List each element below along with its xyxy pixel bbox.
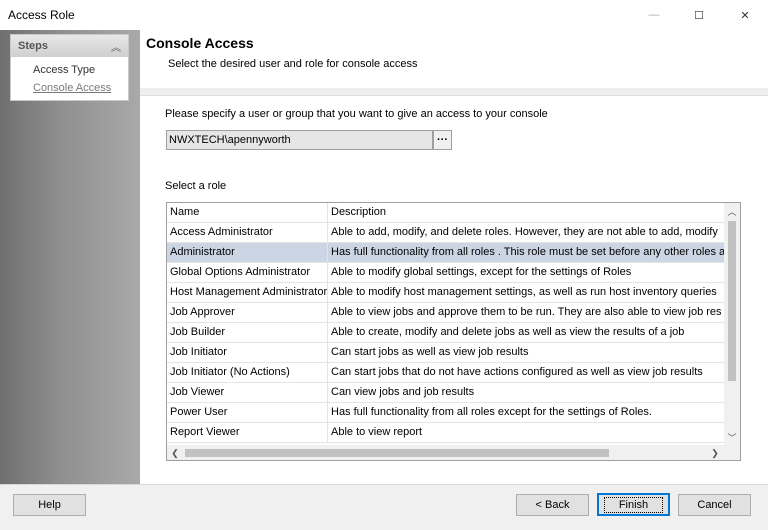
scroll-corner bbox=[724, 445, 740, 460]
vertical-scroll-thumb[interactable] bbox=[728, 221, 736, 381]
horizontal-scroll-thumb[interactable] bbox=[185, 449, 609, 457]
role-name-cell: Job Approver bbox=[167, 303, 328, 323]
page-subtitle: Select the desired user and role for con… bbox=[168, 58, 418, 70]
close-button[interactable]: ✕ bbox=[722, 0, 768, 30]
role-description-cell: Able to modify global settings, except f… bbox=[331, 266, 632, 278]
steps-header-label: Steps bbox=[18, 40, 48, 52]
role-description-cell: Able to view report bbox=[331, 426, 423, 438]
page-title: Console Access bbox=[146, 35, 254, 51]
user-prompt: Please specify a user or group that you … bbox=[165, 108, 548, 120]
role-name-cell: Power User bbox=[167, 403, 328, 423]
help-button[interactable]: Help bbox=[13, 494, 86, 516]
role-row[interactable]: Access Administrator Able to add, modify,… bbox=[167, 223, 724, 243]
role-description-cell: Can view jobs and job results bbox=[331, 386, 475, 398]
role-description-cell: Has full functionality from all roles . … bbox=[331, 246, 724, 258]
role-row[interactable]: Power User Has full functionality from al… bbox=[167, 403, 724, 423]
role-row[interactable]: Job Initiator Can start jobs as well as v… bbox=[167, 343, 724, 363]
role-row[interactable]: Host Management Administrator Able to mod… bbox=[167, 283, 724, 303]
role-label: Select a role bbox=[165, 180, 227, 192]
maximize-button[interactable]: ☐ bbox=[676, 0, 722, 30]
user-field[interactable]: NWXTECH\apennyworth bbox=[166, 130, 433, 150]
finish-button-label: Finish bbox=[603, 496, 664, 513]
role-name-cell: Job Viewer bbox=[167, 383, 328, 403]
roles-grid-body: Name Description Access Administrator Abl… bbox=[167, 203, 724, 445]
scroll-down-icon[interactable]: ﹀ bbox=[724, 429, 740, 445]
role-row[interactable]: Global Options Administrator Able to modi… bbox=[167, 263, 724, 283]
window-title: Access Role bbox=[8, 8, 75, 22]
role-description-cell: Can start jobs as well as view job resul… bbox=[331, 346, 529, 358]
role-row[interactable]: Report Viewer Able to view report bbox=[167, 423, 724, 443]
horizontal-scrollbar[interactable]: ❮ ❯ bbox=[167, 445, 724, 460]
role-name-cell: Job Initiator bbox=[167, 343, 328, 363]
step-access-type[interactable]: Access Type bbox=[33, 64, 95, 76]
role-name-cell: Job Builder bbox=[167, 323, 328, 343]
role-description-cell: Can start jobs that do not have actions … bbox=[331, 366, 703, 378]
cancel-button[interactable]: Cancel bbox=[678, 494, 751, 516]
role-name-cell: Job Initiator (No Actions) bbox=[167, 363, 328, 383]
back-button[interactable]: < Back bbox=[516, 494, 589, 516]
header-separator bbox=[140, 88, 768, 96]
role-row[interactable]: Administrator Has full functionality from… bbox=[167, 243, 724, 263]
steps-header[interactable]: Steps ︽ bbox=[11, 35, 128, 57]
role-row[interactable]: Job Initiator (No Actions) Can start jobs… bbox=[167, 363, 724, 383]
title-bar: Access Role — ☐ ✕ bbox=[0, 0, 768, 30]
role-name-cell: Global Options Administrator bbox=[167, 263, 328, 283]
role-name-cell: Administrator bbox=[167, 243, 328, 263]
role-description-cell: Able to add, modify, and delete roles. H… bbox=[331, 226, 718, 238]
scroll-right-icon[interactable]: ❯ bbox=[707, 445, 723, 460]
role-row[interactable]: Job Builder Able to create, modify and de… bbox=[167, 323, 724, 343]
step-console-access[interactable]: Console Access bbox=[33, 82, 111, 94]
minimize-button[interactable]: — bbox=[631, 0, 677, 30]
collapse-icon[interactable]: ︽ bbox=[111, 39, 121, 54]
column-header-name[interactable]: Name bbox=[167, 203, 328, 223]
scroll-left-icon[interactable]: ❮ bbox=[167, 445, 183, 460]
role-description-cell: Able to modify host management settings,… bbox=[331, 286, 717, 298]
grid-header-row: Name Description bbox=[167, 203, 724, 223]
vertical-scrollbar[interactable]: ︿ ﹀ bbox=[724, 203, 740, 445]
role-row[interactable]: Job Viewer Can view jobs and job results bbox=[167, 383, 724, 403]
steps-panel: Steps ︽ Access Type Console Access bbox=[0, 30, 140, 484]
role-name-cell: Report Viewer bbox=[167, 423, 328, 443]
finish-button[interactable]: Finish bbox=[597, 493, 670, 516]
steps-box: Steps ︽ Access Type Console Access bbox=[10, 34, 129, 101]
role-name-cell: Host Management Administrator bbox=[167, 283, 328, 303]
role-description-cell: Able to create, modify and delete jobs a… bbox=[331, 326, 685, 338]
role-description-cell: Has full functionality from all roles ex… bbox=[331, 406, 652, 418]
scroll-up-icon[interactable]: ︿ bbox=[724, 203, 740, 219]
role-description-cell: Able to view jobs and approve them to be… bbox=[331, 306, 722, 318]
browse-user-button[interactable]: ··· bbox=[433, 130, 452, 150]
roles-grid: Name Description Access Administrator Abl… bbox=[166, 202, 741, 461]
footer-bar: Help < Back Finish Cancel bbox=[0, 484, 768, 530]
column-header-description[interactable]: Description bbox=[328, 203, 724, 223]
role-row[interactable]: Job Approver Able to view jobs and approv… bbox=[167, 303, 724, 323]
role-name-cell: Access Administrator bbox=[167, 223, 328, 243]
